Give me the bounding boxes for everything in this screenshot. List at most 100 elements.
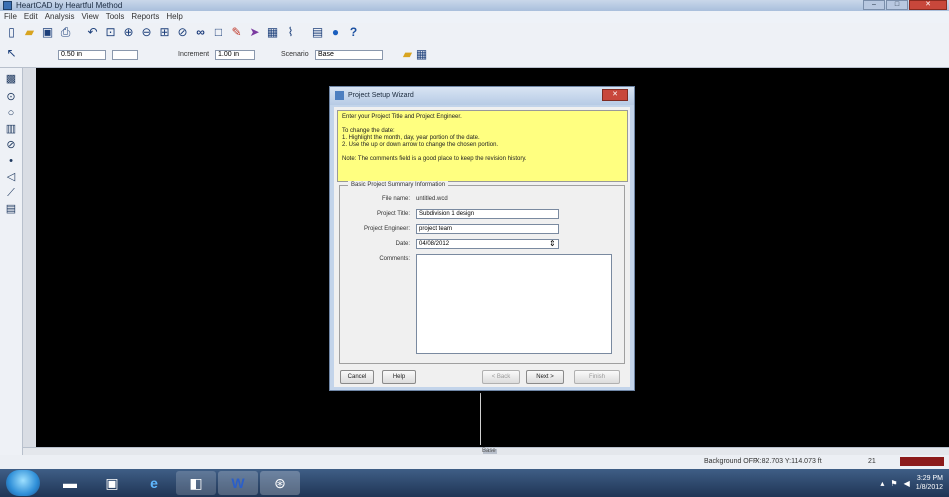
menu-help[interactable]: Help [166, 11, 182, 23]
pan-icon[interactable]: ∞ [193, 25, 208, 40]
date-spinner-icon[interactable]: ⇕ [549, 238, 556, 249]
dialog-body: Enter your Project Title and Project Eng… [334, 107, 630, 387]
property-toolbar: ↖ 0.50 in Increment 1.00 in Scenario Bas… [0, 42, 949, 68]
zoom-window-icon[interactable]: ⊡ [103, 25, 118, 40]
filename-label: File name: [381, 196, 410, 202]
instruction-line: To change the date: [342, 128, 395, 134]
menu-bar: File Edit Analysis View Tools Reports He… [0, 11, 949, 23]
status-coordinates: X:82.703 Y:114.073 ft [755, 458, 822, 465]
scenario-dropdown[interactable]: Base [315, 50, 383, 60]
undo-icon[interactable]: ↶ [85, 25, 100, 40]
menu-view[interactable]: View [81, 11, 98, 23]
date-picker[interactable]: 04/08/2012 [416, 239, 559, 249]
media-icon[interactable]: ▣ [92, 471, 132, 495]
scenario-label: Scenario [281, 51, 309, 58]
point-tool-icon[interactable]: • [4, 154, 18, 168]
instruction-line: Enter your Project Title and Project Eng… [342, 114, 462, 120]
instruction-line: 1. Highlight the month, day, year portio… [342, 135, 480, 141]
next-button[interactable]: Next > [526, 370, 564, 384]
status-bar: Background OFF X:82.703 Y:114.073 ft 21 [0, 455, 949, 469]
open-folder-icon[interactable]: ▰ [22, 25, 37, 40]
volume-icon[interactable]: ◀ [904, 479, 910, 488]
app-title: HeartCAD by Heartful Method [16, 1, 123, 10]
main-toolbar: ▯ ▰ ▣ ⎙ ↶ ⊡ ⊕ ⊖ ⊞ ⊘ ∞ □ ✎ ➤ ▦ ⌇ ▤ ● ? [0, 23, 949, 42]
snap-increment-input[interactable]: 1.00 in [215, 50, 255, 60]
zoom-previous-icon[interactable]: ⊘ [175, 25, 190, 40]
back-button[interactable]: < Back [482, 370, 520, 384]
summary-group: Basic Project Summary Information File n… [339, 181, 625, 364]
clock[interactable]: 3:29 PM 1/8/2012 [916, 474, 943, 492]
menu-reports[interactable]: Reports [131, 11, 159, 23]
calculator-icon[interactable]: ▤ [310, 25, 325, 40]
settings-icon[interactable]: ⊛ [260, 471, 300, 495]
menu-analysis[interactable]: Analysis [45, 11, 75, 23]
scenario-manager-icon[interactable]: ▦ [414, 47, 429, 62]
node-tool-icon[interactable]: ⊙ [4, 90, 18, 104]
pipe-tool-icon[interactable]: ⟋ [4, 186, 18, 200]
window-controls: – □ ✕ [863, 0, 947, 11]
menu-edit[interactable]: Edit [24, 11, 38, 23]
valve-tool-icon[interactable]: ◁ [4, 170, 18, 184]
status-zoom: 21 [868, 458, 876, 465]
minimize-button[interactable]: – [863, 0, 885, 10]
print-icon[interactable]: ⎙ [58, 25, 73, 40]
status-indicator [900, 457, 944, 466]
junction-tool-icon[interactable]: ○ [4, 106, 18, 120]
globe-icon[interactable]: ● [328, 25, 343, 40]
frame-icon[interactable]: □ [211, 25, 226, 40]
maximize-button[interactable]: □ [886, 0, 908, 10]
select-tool-icon[interactable]: ▩ [4, 72, 18, 86]
help-icon[interactable]: ? [346, 25, 361, 40]
instruction-line: Note: The comments field is a good place… [342, 156, 527, 162]
close-button[interactable]: ✕ [909, 0, 947, 10]
date-label: Date: [395, 241, 410, 247]
dialog-title: Project Setup Wizard [348, 92, 414, 99]
word-icon[interactable]: W [218, 471, 258, 495]
flag-icon[interactable]: ⚑ [890, 479, 897, 488]
menu-file[interactable]: File [4, 11, 17, 23]
annotation-tool-icon[interactable]: ▤ [4, 202, 18, 216]
app-title-bar: HeartCAD by Heartful Method – □ ✕ [0, 0, 949, 11]
pointer-icon[interactable]: ↖ [4, 46, 19, 61]
project-setup-dialog: Project Setup Wizard ✕ Enter your Projec… [329, 86, 635, 391]
save-icon[interactable]: ▣ [40, 25, 55, 40]
instruction-line: 2. Use the up or down arrow to change th… [342, 142, 499, 148]
engineer-label: Project Engineer: [363, 226, 410, 232]
explorer-icon[interactable]: ▬ [50, 471, 90, 495]
pipe-line [480, 393, 481, 445]
dialog-close-button[interactable]: ✕ [602, 89, 628, 101]
comments-label: Comments: [379, 256, 410, 262]
comments-textarea[interactable] [416, 254, 612, 354]
pump-tool-icon[interactable]: ⊘ [4, 138, 18, 152]
zoom-out-icon[interactable]: ⊖ [139, 25, 154, 40]
canvas-base-label: Base [482, 448, 496, 454]
graph-icon[interactable]: ⌇ [283, 25, 298, 40]
project-title-input[interactable]: Subdivision 1 design [416, 209, 559, 219]
grid-spacing-input[interactable]: 0.50 in [58, 50, 106, 60]
menu-tools[interactable]: Tools [106, 11, 125, 23]
snap-label: Increment [178, 51, 210, 58]
zoom-extents-icon[interactable]: ⊞ [157, 25, 172, 40]
pencil-icon[interactable]: ✎ [229, 25, 244, 40]
dialog-icon [335, 91, 344, 100]
scenario-folder-icon[interactable]: ▰ [400, 47, 415, 62]
start-button[interactable] [6, 470, 40, 496]
cancel-button[interactable]: Cancel [340, 370, 374, 384]
status-background: Background OFF [704, 458, 758, 465]
filename-value: untitled.wcd [416, 196, 448, 202]
finish-button[interactable]: Finish [574, 370, 620, 384]
engineer-input[interactable]: project team [416, 224, 559, 234]
app-task-icon[interactable]: ◧ [176, 471, 216, 495]
new-file-icon[interactable]: ▯ [4, 25, 19, 40]
network-icon[interactable]: ▴ [880, 479, 884, 488]
group-title: Basic Project Summary Information [348, 181, 449, 189]
building-tool-icon[interactable]: ▥ [4, 122, 18, 136]
help-button[interactable]: Help [382, 370, 416, 384]
taskbar: ▬ ▣ e ◧ W ⊛ ▴ ⚑ ◀ 3:29 PM 1/8/2012 [0, 469, 949, 497]
zoom-in-icon[interactable]: ⊕ [121, 25, 136, 40]
app-icon [3, 1, 12, 10]
grid-icon[interactable]: ▦ [265, 25, 280, 40]
browser-icon[interactable]: e [134, 471, 174, 495]
arrow-tool-icon[interactable]: ➤ [247, 25, 262, 40]
layer-dropdown[interactable] [112, 50, 138, 60]
